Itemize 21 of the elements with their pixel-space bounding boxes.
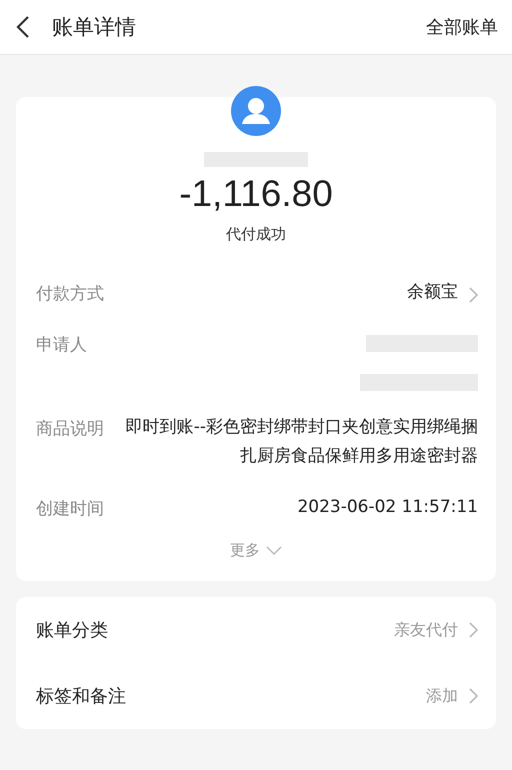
detail-value: 2023-06-02 11:57:11: [297, 496, 478, 519]
all-bills-link[interactable]: 全部账单: [426, 15, 498, 39]
more-button[interactable]: 更多: [224, 540, 288, 561]
setting-label: 账单分类: [36, 619, 108, 642]
detail-value[interactable]: 余额宝: [407, 278, 458, 307]
back-icon[interactable]: [16, 15, 30, 39]
setting-label: 标签和备注: [36, 685, 126, 708]
status-text: 代付成功: [226, 225, 286, 244]
detail-label: 创建时间: [36, 498, 104, 520]
detail-label: 商品说明: [36, 418, 104, 440]
chevron-right-icon: [468, 622, 478, 638]
detail-label: 付款方式: [36, 283, 104, 305]
detail-label: 申请人: [36, 334, 87, 356]
setting-value[interactable]: 添加: [426, 686, 458, 706]
chevron-right-icon: [468, 286, 478, 302]
amount: -1,116.80: [179, 173, 333, 215]
chevron-right-icon: [468, 688, 478, 704]
page-title: 账单详情: [52, 14, 137, 41]
chevron-down-icon: [266, 546, 282, 556]
setting-value[interactable]: 亲友代付: [394, 620, 458, 640]
detail-value: 即时到账--彩色密封绑带封口夹创意实用绑绳捆扎厨房食品保鲜用多用途密封器: [124, 416, 478, 468]
